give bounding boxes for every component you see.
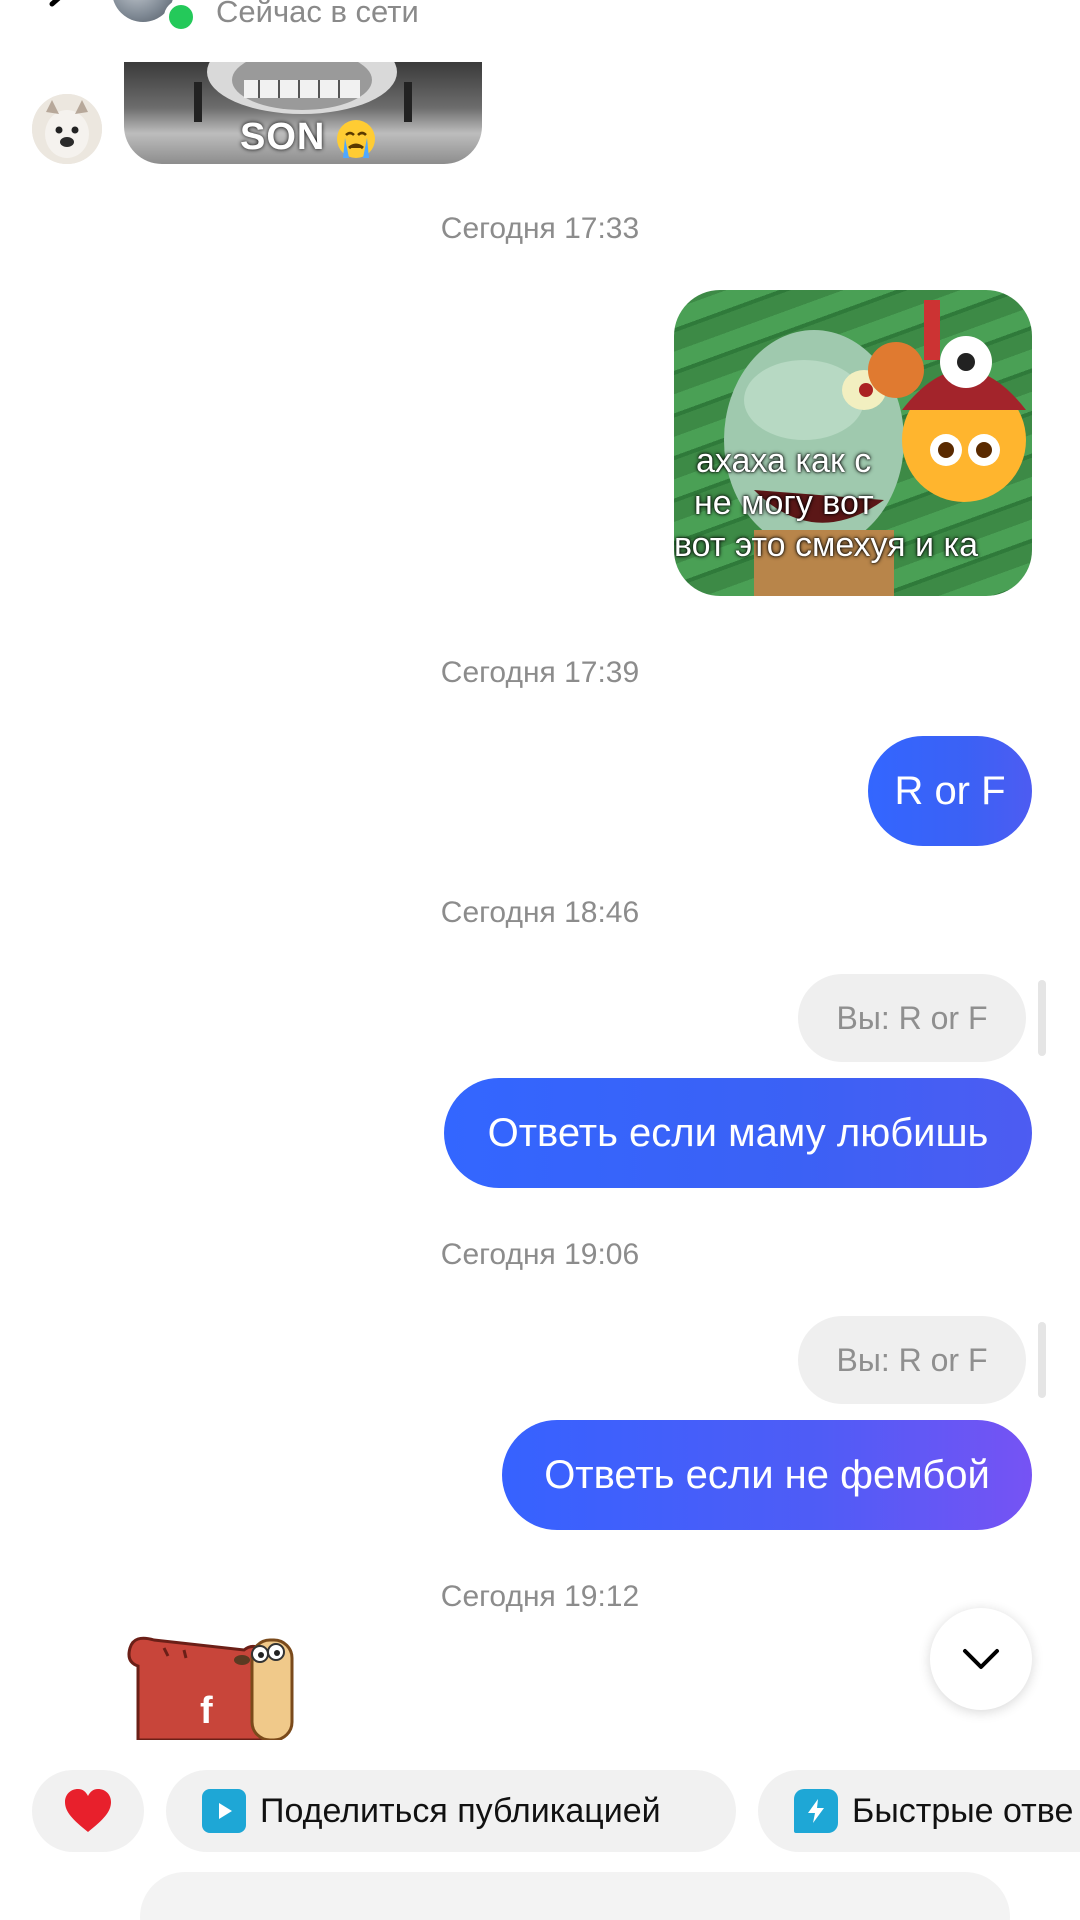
chevron-down-icon bbox=[963, 1649, 999, 1669]
timestamp: Сегодня 19:06 bbox=[440, 1238, 640, 1271]
meme-text-line: не могу вот bbox=[694, 484, 874, 522]
back-arrow-icon[interactable] bbox=[38, 0, 78, 16]
timestamp: Сегодня 17:39 bbox=[440, 656, 640, 689]
crying-emoji-icon bbox=[337, 120, 375, 158]
message-bubble-outgoing[interactable]: R or F bbox=[868, 736, 1032, 846]
image-caption: SON bbox=[240, 116, 326, 158]
timestamp: Сегодня 19:12 bbox=[440, 1580, 640, 1613]
online-indicator bbox=[164, 0, 198, 34]
timestamp: Сегодня 18:46 bbox=[440, 896, 640, 929]
sender-avatar[interactable] bbox=[32, 94, 102, 164]
share-post-chip[interactable]: Поделиться публикацией bbox=[166, 1770, 736, 1852]
play-share-icon bbox=[202, 1789, 246, 1833]
timestamp: Сегодня 17:33 bbox=[440, 212, 640, 245]
message-bubble-outgoing[interactable]: Ответь если маму любишь bbox=[444, 1078, 1032, 1188]
share-post-label: Поделиться публикацией bbox=[260, 1791, 661, 1830]
reply-quote-bar bbox=[1038, 980, 1046, 1056]
reply-quote[interactable]: Вы: R or F bbox=[798, 1316, 1026, 1404]
meme-text-line: ахаха как с bbox=[696, 442, 872, 480]
image-message-meme[interactable]: ахаха как с не могу вот вот это смехуя и… bbox=[674, 290, 1032, 596]
dog-avatar-image bbox=[32, 94, 102, 164]
message-input[interactable] bbox=[140, 1872, 1010, 1920]
quick-replies-label: Быстрые отве bbox=[852, 1791, 1074, 1830]
message-bubble-outgoing[interactable]: Ответь если не фембой bbox=[502, 1420, 1032, 1530]
like-chip[interactable] bbox=[32, 1770, 144, 1852]
meme-text-line: вот это смехуя и ка bbox=[674, 526, 978, 564]
scroll-to-bottom-button[interactable] bbox=[930, 1608, 1032, 1710]
lightning-icon bbox=[794, 1789, 838, 1833]
heart-icon bbox=[65, 1789, 111, 1832]
reply-quote[interactable]: Вы: R or F bbox=[798, 974, 1026, 1062]
quick-replies-chip[interactable]: Быстрые отве bbox=[758, 1770, 1080, 1852]
online-status: Сейчас в сети bbox=[216, 0, 419, 29]
reply-quote-bar bbox=[1038, 1322, 1046, 1398]
sticker-text: f bbox=[200, 1690, 213, 1732]
sticker-message[interactable] bbox=[124, 1632, 310, 1740]
